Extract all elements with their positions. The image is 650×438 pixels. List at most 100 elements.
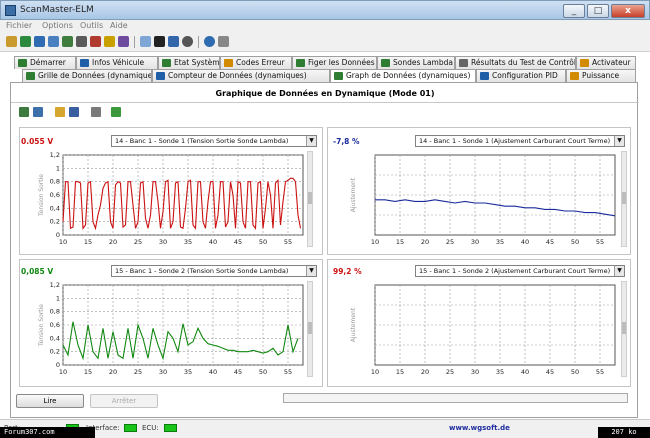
x-tick-label: 15 bbox=[396, 368, 404, 376]
toolbar-separator bbox=[198, 36, 199, 48]
x-tick-label: 35 bbox=[184, 238, 192, 246]
tab-label: Puissance bbox=[582, 71, 620, 80]
sensor-icon[interactable] bbox=[90, 36, 101, 47]
website-link[interactable]: www.wgsoft.de bbox=[449, 424, 510, 432]
codes-icon[interactable] bbox=[62, 36, 73, 47]
app-icon bbox=[5, 5, 16, 16]
tab-label: Configuration PID bbox=[492, 71, 558, 80]
x-tick-label: 55 bbox=[596, 368, 604, 376]
x-tick-label: 30 bbox=[471, 238, 479, 246]
x-tick-label: 40 bbox=[209, 368, 217, 376]
tab-demarrer[interactable]: Démarrer bbox=[14, 56, 76, 69]
lambda-icon[interactable] bbox=[104, 36, 115, 47]
x-tick-label: 10 bbox=[371, 368, 379, 376]
y-tick-label: 0,6 bbox=[50, 321, 60, 329]
stop-button[interactable]: Arrêter bbox=[90, 394, 158, 408]
progress-bar bbox=[283, 393, 628, 403]
connect-icon[interactable] bbox=[20, 36, 31, 47]
tab-activateur[interactable]: Activateur bbox=[576, 56, 636, 69]
grid-icon[interactable] bbox=[48, 36, 59, 47]
y-tick-label: 1 bbox=[56, 294, 60, 302]
settings-icon[interactable] bbox=[182, 36, 193, 47]
x-tick-label: 25 bbox=[134, 238, 142, 246]
x-tick-label: 15 bbox=[396, 238, 404, 246]
exit-icon[interactable] bbox=[218, 36, 229, 47]
tab-etat-systeme[interactable]: Etat Système bbox=[158, 56, 220, 69]
tab-compteur-donnees[interactable]: Compteur de Données (dynamiques) bbox=[152, 69, 330, 82]
chat-icon[interactable] bbox=[140, 36, 151, 47]
x-tick-label: 35 bbox=[184, 368, 192, 376]
y-tick-label: 0,4 bbox=[50, 204, 60, 212]
watermark-left: Forum307.com bbox=[0, 427, 95, 438]
activator-icon bbox=[580, 59, 589, 67]
tab-configuration-pid[interactable]: Configuration PID bbox=[476, 69, 566, 82]
y-tick-label: 0,2 bbox=[50, 218, 60, 226]
freeze-icon[interactable] bbox=[76, 36, 87, 47]
interface-led bbox=[124, 424, 137, 432]
power-icon bbox=[570, 72, 579, 80]
tab-graph-donnees[interactable]: Graph de Données (dynamiques) bbox=[330, 69, 476, 82]
terminal-icon[interactable] bbox=[154, 36, 165, 47]
charts-canvas: 00,20,40,60,811,210 15 20 25 30 35 40 45 50 55Ten… bbox=[38, 151, 616, 376]
tab-infos-vehicule[interactable]: Infos Véhicule bbox=[76, 56, 158, 69]
x-tick-label: 40 bbox=[521, 238, 529, 246]
y-axis-label: Ajustement bbox=[350, 177, 357, 212]
warning-icon bbox=[224, 59, 233, 67]
x-tick-label: 20 bbox=[421, 238, 429, 246]
tab-codes-erreur[interactable]: Codes Erreur bbox=[220, 56, 292, 69]
test-icon[interactable] bbox=[118, 36, 129, 47]
tab-puissance[interactable]: Puissance bbox=[566, 69, 636, 82]
x-tick-label: 50 bbox=[259, 238, 267, 246]
tabs-row-front: Grille de Données (dynamiques) Compteur … bbox=[0, 69, 650, 82]
tab-grille-donnees[interactable]: Grille de Données (dynamiques) bbox=[22, 69, 152, 82]
x-tick-label: 10 bbox=[371, 238, 379, 246]
close-button[interactable]: x bbox=[611, 4, 645, 18]
x-tick-label: 25 bbox=[446, 368, 454, 376]
config-icon bbox=[480, 72, 489, 80]
menu-options[interactable]: Options bbox=[42, 21, 73, 30]
y-tick-label: 0,8 bbox=[50, 178, 60, 186]
y-tick-label: 1 bbox=[56, 164, 60, 172]
wrench-icon[interactable] bbox=[6, 36, 17, 47]
minimize-button[interactable]: _ bbox=[563, 4, 585, 18]
grid-icon bbox=[26, 72, 35, 80]
info-icon[interactable] bbox=[204, 36, 215, 47]
tab-resultats-test[interactable]: Résultats du Test de Contrôle bbox=[455, 56, 576, 69]
x-tick-label: 35 bbox=[496, 238, 504, 246]
x-tick-label: 45 bbox=[546, 368, 554, 376]
y-tick-label: 0,6 bbox=[50, 191, 60, 199]
x-tick-label: 35 bbox=[496, 368, 504, 376]
x-tick-label: 45 bbox=[234, 238, 242, 246]
title-bar: ScanMaster-ELM _ □ x bbox=[0, 0, 650, 20]
x-tick-label: 50 bbox=[571, 238, 579, 246]
maximize-button[interactable]: □ bbox=[587, 4, 609, 18]
x-tick-label: 30 bbox=[159, 368, 167, 376]
y-tick-label: 0,2 bbox=[50, 348, 60, 356]
x-tick-label: 25 bbox=[134, 368, 142, 376]
gauge-icon bbox=[156, 72, 165, 80]
watermark-right: 207 ko bbox=[598, 427, 650, 438]
menu-aide[interactable]: Aide bbox=[110, 21, 128, 30]
read-button[interactable]: Lire bbox=[16, 394, 84, 408]
freeze-icon bbox=[296, 59, 305, 67]
tab-label: Compteur de Données (dynamiques) bbox=[168, 71, 307, 80]
vehicle-info-icon[interactable] bbox=[34, 36, 45, 47]
tab-label: Grille de Données (dynamiques) bbox=[38, 71, 152, 80]
tab-label: Sondes Lambda bbox=[393, 58, 453, 67]
status-icon bbox=[162, 59, 171, 67]
menu-fichier[interactable]: Fichier bbox=[6, 21, 32, 30]
menu-outils[interactable]: Outils bbox=[80, 21, 103, 30]
tab-label: Démarrer bbox=[30, 58, 66, 67]
test-icon bbox=[459, 59, 468, 67]
x-tick-label: 10 bbox=[59, 368, 67, 376]
tab-label: Infos Véhicule bbox=[92, 58, 145, 67]
x-tick-label: 40 bbox=[521, 368, 529, 376]
lambda-icon bbox=[381, 59, 390, 67]
monitor-icon[interactable] bbox=[168, 36, 179, 47]
tab-label: Activateur bbox=[592, 58, 631, 67]
main-toolbar bbox=[0, 33, 650, 52]
x-tick-label: 15 bbox=[84, 238, 92, 246]
tab-sondes-lambda[interactable]: Sondes Lambda bbox=[377, 56, 455, 69]
tab-figer-donnees[interactable]: Figer les Données bbox=[292, 56, 377, 69]
x-tick-label: 30 bbox=[471, 368, 479, 376]
